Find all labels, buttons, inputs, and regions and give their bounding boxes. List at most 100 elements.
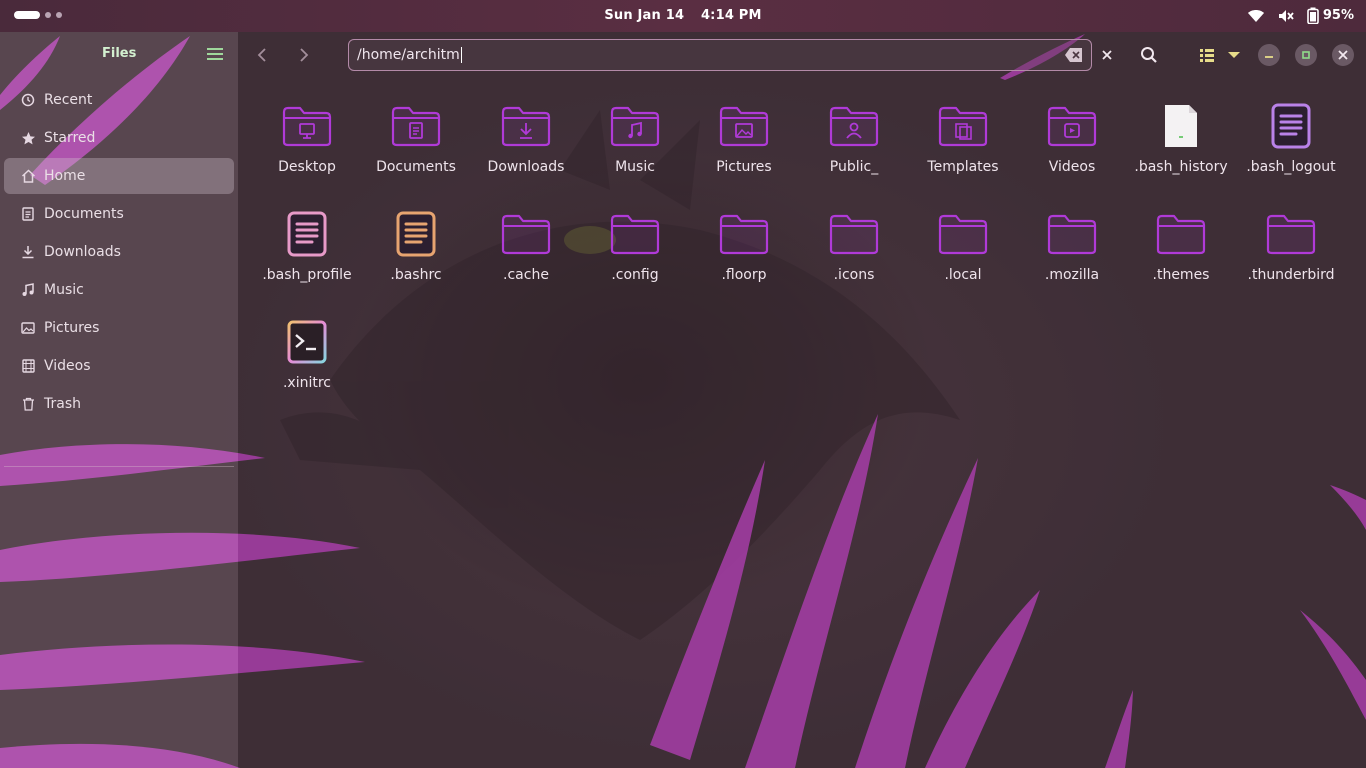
file-item[interactable]: .bash_profile — [259, 206, 355, 284]
sidebar-item-recent[interactable]: Recent — [4, 82, 234, 118]
sidebar-item-starred[interactable]: Starred — [4, 120, 234, 156]
folder-icon — [1263, 206, 1319, 262]
file-item[interactable]: Templates — [915, 98, 1011, 176]
sidebar-places: Recent Starred Home Documents Downloads — [4, 82, 234, 424]
back-button[interactable] — [252, 44, 274, 66]
sidebar-item-label: Recent — [44, 92, 93, 108]
sidebar-item-trash[interactable]: Trash — [4, 386, 234, 422]
system-status-area[interactable]: 95% — [1247, 7, 1354, 24]
file-item[interactable]: .bash_logout — [1243, 98, 1339, 176]
chevron-down-icon[interactable] — [1224, 44, 1244, 66]
battery-level: 95% — [1322, 8, 1354, 23]
clock-time: 4:14 PM — [700, 8, 762, 23]
file-name: .bash_logout — [1246, 159, 1336, 175]
sidebar-item-downloads[interactable]: Downloads — [4, 234, 234, 270]
sidebar-item-label: Pictures — [44, 320, 100, 336]
folder-icon — [279, 98, 335, 154]
text-file-icon — [388, 206, 444, 262]
sidebar-item-label: Trash — [44, 396, 81, 412]
battery-icon — [1307, 7, 1319, 24]
file-item[interactable]: Public_ — [806, 98, 902, 176]
location-entry[interactable]: /home/architm — [348, 39, 1092, 71]
close-window-button[interactable] — [1332, 44, 1354, 66]
file-name: .local — [944, 267, 982, 283]
folder-icon — [935, 206, 991, 262]
file-item[interactable]: .mozilla — [1024, 206, 1120, 284]
folder-icon — [498, 98, 554, 154]
text-caret — [460, 47, 462, 63]
sidebar-item-music[interactable]: Music — [4, 272, 234, 308]
document-icon — [20, 206, 36, 222]
clock[interactable]: Sun Jan 14 4:14 PM — [0, 8, 1366, 23]
sidebar-divider — [4, 466, 234, 467]
clear-entry-icon[interactable] — [1064, 47, 1084, 63]
text-file-icon — [279, 206, 335, 262]
file-item[interactable]: Pictures — [696, 98, 792, 176]
folder-icon — [498, 206, 554, 262]
file-item[interactable]: .themes — [1133, 206, 1229, 284]
file-item[interactable]: .thunderbird — [1243, 206, 1339, 284]
maximize-button[interactable] — [1295, 44, 1317, 66]
file-name: .bash_history — [1134, 159, 1228, 175]
sidebar-item-label: Starred — [44, 130, 96, 146]
file-name: Pictures — [716, 159, 772, 175]
forward-button[interactable] — [292, 44, 314, 66]
text-file-icon — [1263, 98, 1319, 154]
file-name: .bash_profile — [262, 267, 352, 283]
folder-icon — [607, 98, 663, 154]
file-item[interactable]: .cache — [478, 206, 574, 284]
file-name: Downloads — [487, 159, 565, 175]
file-item[interactable]: Documents — [368, 98, 464, 176]
minimize-icon — [1265, 56, 1273, 58]
folder-icon — [1044, 98, 1100, 154]
sidebar-item-videos[interactable]: Videos — [4, 348, 234, 384]
file-name: .cache — [503, 267, 549, 283]
file-item[interactable]: .xinitrc — [259, 314, 355, 392]
file-name: .icons — [833, 267, 875, 283]
file-item[interactable]: Videos — [1024, 98, 1120, 176]
file-name: .config — [611, 267, 659, 283]
sidebar-item-label: Videos — [44, 358, 91, 374]
sidebar-item-documents[interactable]: Documents — [4, 196, 234, 232]
folder-icon — [935, 98, 991, 154]
maximize-icon — [1302, 51, 1310, 59]
file-name: Documents — [376, 159, 456, 175]
file-item[interactable]: .floorp — [696, 206, 792, 284]
clock-date: Sun Jan 14 — [604, 8, 685, 23]
hamburger-menu-icon[interactable] — [206, 46, 224, 62]
terminal-script-icon — [279, 314, 335, 370]
file-name: .themes — [1152, 267, 1210, 283]
home-icon — [20, 168, 36, 184]
sidebar-item-pictures[interactable]: Pictures — [4, 310, 234, 346]
file-item[interactable]: .local — [915, 206, 1011, 284]
file-item[interactable]: Desktop — [259, 98, 355, 176]
folder-icon — [826, 206, 882, 262]
file-name: Videos — [1048, 159, 1096, 175]
file-name: .floorp — [721, 267, 767, 283]
minimize-button[interactable] — [1258, 44, 1280, 66]
top-bar: Sun Jan 14 4:14 PM 95% — [0, 0, 1366, 32]
star-icon — [20, 130, 36, 146]
folder-icon — [1153, 206, 1209, 262]
file-item[interactable]: .bashrc — [368, 206, 464, 284]
file-item[interactable]: .icons — [806, 206, 902, 284]
folder-icon — [388, 98, 444, 154]
folder-icon — [1044, 206, 1100, 262]
sidebar-item-home[interactable]: Home — [4, 158, 234, 194]
music-icon — [20, 282, 36, 298]
folder-icon — [716, 206, 772, 262]
file-item[interactable]: .bash_history — [1133, 98, 1229, 176]
text-file-icon — [1153, 98, 1209, 154]
list-view-icon[interactable] — [1196, 44, 1218, 66]
header-bar: /home/architm — [238, 32, 1366, 78]
wifi-icon — [1247, 9, 1264, 22]
file-item[interactable]: .config — [587, 206, 683, 284]
file-item[interactable]: Downloads — [478, 98, 574, 176]
file-item[interactable]: Music — [587, 98, 683, 176]
file-name: Templates — [927, 159, 999, 175]
sidebar-item-label: Documents — [44, 206, 124, 222]
search-icon[interactable] — [1138, 44, 1160, 66]
sidebar: Files Recent Starred Home Documents Down… — [0, 32, 238, 768]
sidebar-item-label: Music — [44, 282, 84, 298]
close-location-button[interactable] — [1096, 44, 1118, 66]
